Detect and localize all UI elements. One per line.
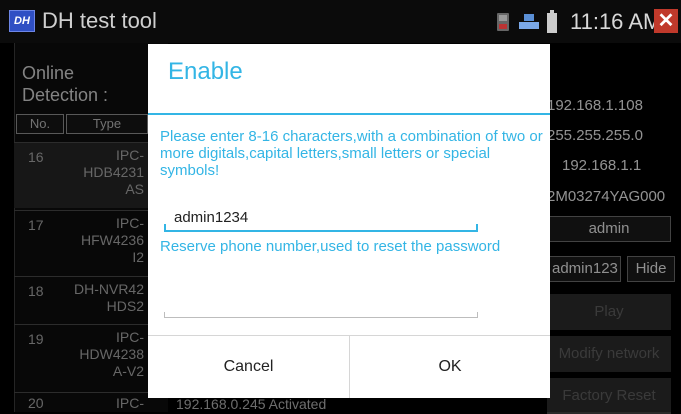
cancel-button[interactable]: Cancel <box>148 336 349 398</box>
status-clock: 11:16 AM <box>570 9 662 34</box>
dialog-title: Enable <box>168 58 243 85</box>
input-edge-marker <box>476 224 478 232</box>
dialog-title-divider <box>148 113 550 115</box>
input-edge-marker <box>164 312 165 318</box>
sim-card-icon <box>496 12 510 37</box>
enable-dialog: Enable Please enter 8-16 characters,with… <box>148 44 550 398</box>
input-edge-marker <box>477 312 478 318</box>
close-button[interactable]: ✕ <box>654 9 678 33</box>
app-logo: DH <box>9 10 35 32</box>
password-hint: Please enter 8-16 characters,with a comb… <box>160 128 543 179</box>
title-bar: DH DH test tool 11:16 AM ✕ <box>0 0 681 43</box>
battery-icon <box>546 10 558 39</box>
password-input[interactable] <box>164 204 478 232</box>
network-icon <box>518 13 540 36</box>
app-title: DH test tool <box>42 8 157 33</box>
phone-hint: Reserve phone number,used to reset the p… <box>160 238 501 255</box>
input-edge-marker <box>164 224 166 232</box>
phone-number-input[interactable] <box>164 292 478 318</box>
ok-button[interactable]: OK <box>350 336 550 398</box>
dialog-button-bar: Cancel OK <box>148 335 550 398</box>
